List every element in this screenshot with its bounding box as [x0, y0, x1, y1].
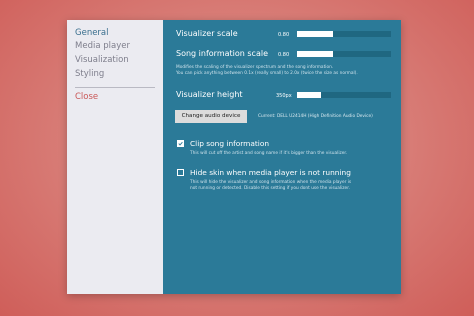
- hide-skin-checkbox[interactable]: [177, 169, 184, 176]
- change-audio-device-button[interactable]: Change audio device: [175, 110, 247, 123]
- settings-panel: Visualizer scale 0.80 Song information s…: [163, 20, 401, 294]
- visualizer-scale-label: Visualizer scale: [176, 29, 238, 38]
- visualizer-height-slider[interactable]: [297, 92, 391, 98]
- visualizer-scale-slider-fill: [297, 31, 333, 37]
- hide-skin-description-line-2: not running or detected. Disable this se…: [190, 186, 350, 191]
- settings-window: General Media player Visualization Styli…: [67, 20, 401, 294]
- clip-song-description: This will cut off the artist and song na…: [190, 151, 348, 156]
- sidebar: General Media player Visualization Styli…: [67, 20, 163, 294]
- close-button[interactable]: Close: [75, 92, 98, 102]
- clip-song-label[interactable]: Clip song information: [190, 139, 269, 148]
- scale-description-line-2: You can pick anything between 0.1x (real…: [176, 71, 358, 76]
- hide-skin-label[interactable]: Hide skin when media player is not runni…: [190, 168, 351, 177]
- current-audio-device: Current: DELL U2414H (High Definition Au…: [258, 114, 373, 119]
- song-info-scale-value: 0.80: [278, 52, 290, 58]
- visualizer-height-label: Visualizer height: [176, 90, 243, 99]
- song-info-scale-slider-fill: [297, 51, 333, 57]
- song-info-scale-label: Song information scale: [176, 49, 268, 58]
- visualizer-scale-value: 0.80: [278, 32, 290, 38]
- sidebar-item-general[interactable]: General: [75, 28, 109, 38]
- sidebar-item-visualization[interactable]: Visualization: [75, 55, 129, 65]
- clip-song-checkbox[interactable]: [177, 140, 184, 147]
- visualizer-scale-slider[interactable]: [297, 31, 391, 37]
- visualizer-height-slider-fill: [297, 92, 322, 98]
- sidebar-item-styling[interactable]: Styling: [75, 69, 104, 79]
- visualizer-height-value: 350px: [276, 93, 292, 99]
- checkmark-icon: [178, 141, 183, 146]
- song-info-scale-slider[interactable]: [297, 51, 391, 57]
- sidebar-divider: [75, 87, 155, 88]
- sidebar-item-media-player[interactable]: Media player: [75, 41, 130, 51]
